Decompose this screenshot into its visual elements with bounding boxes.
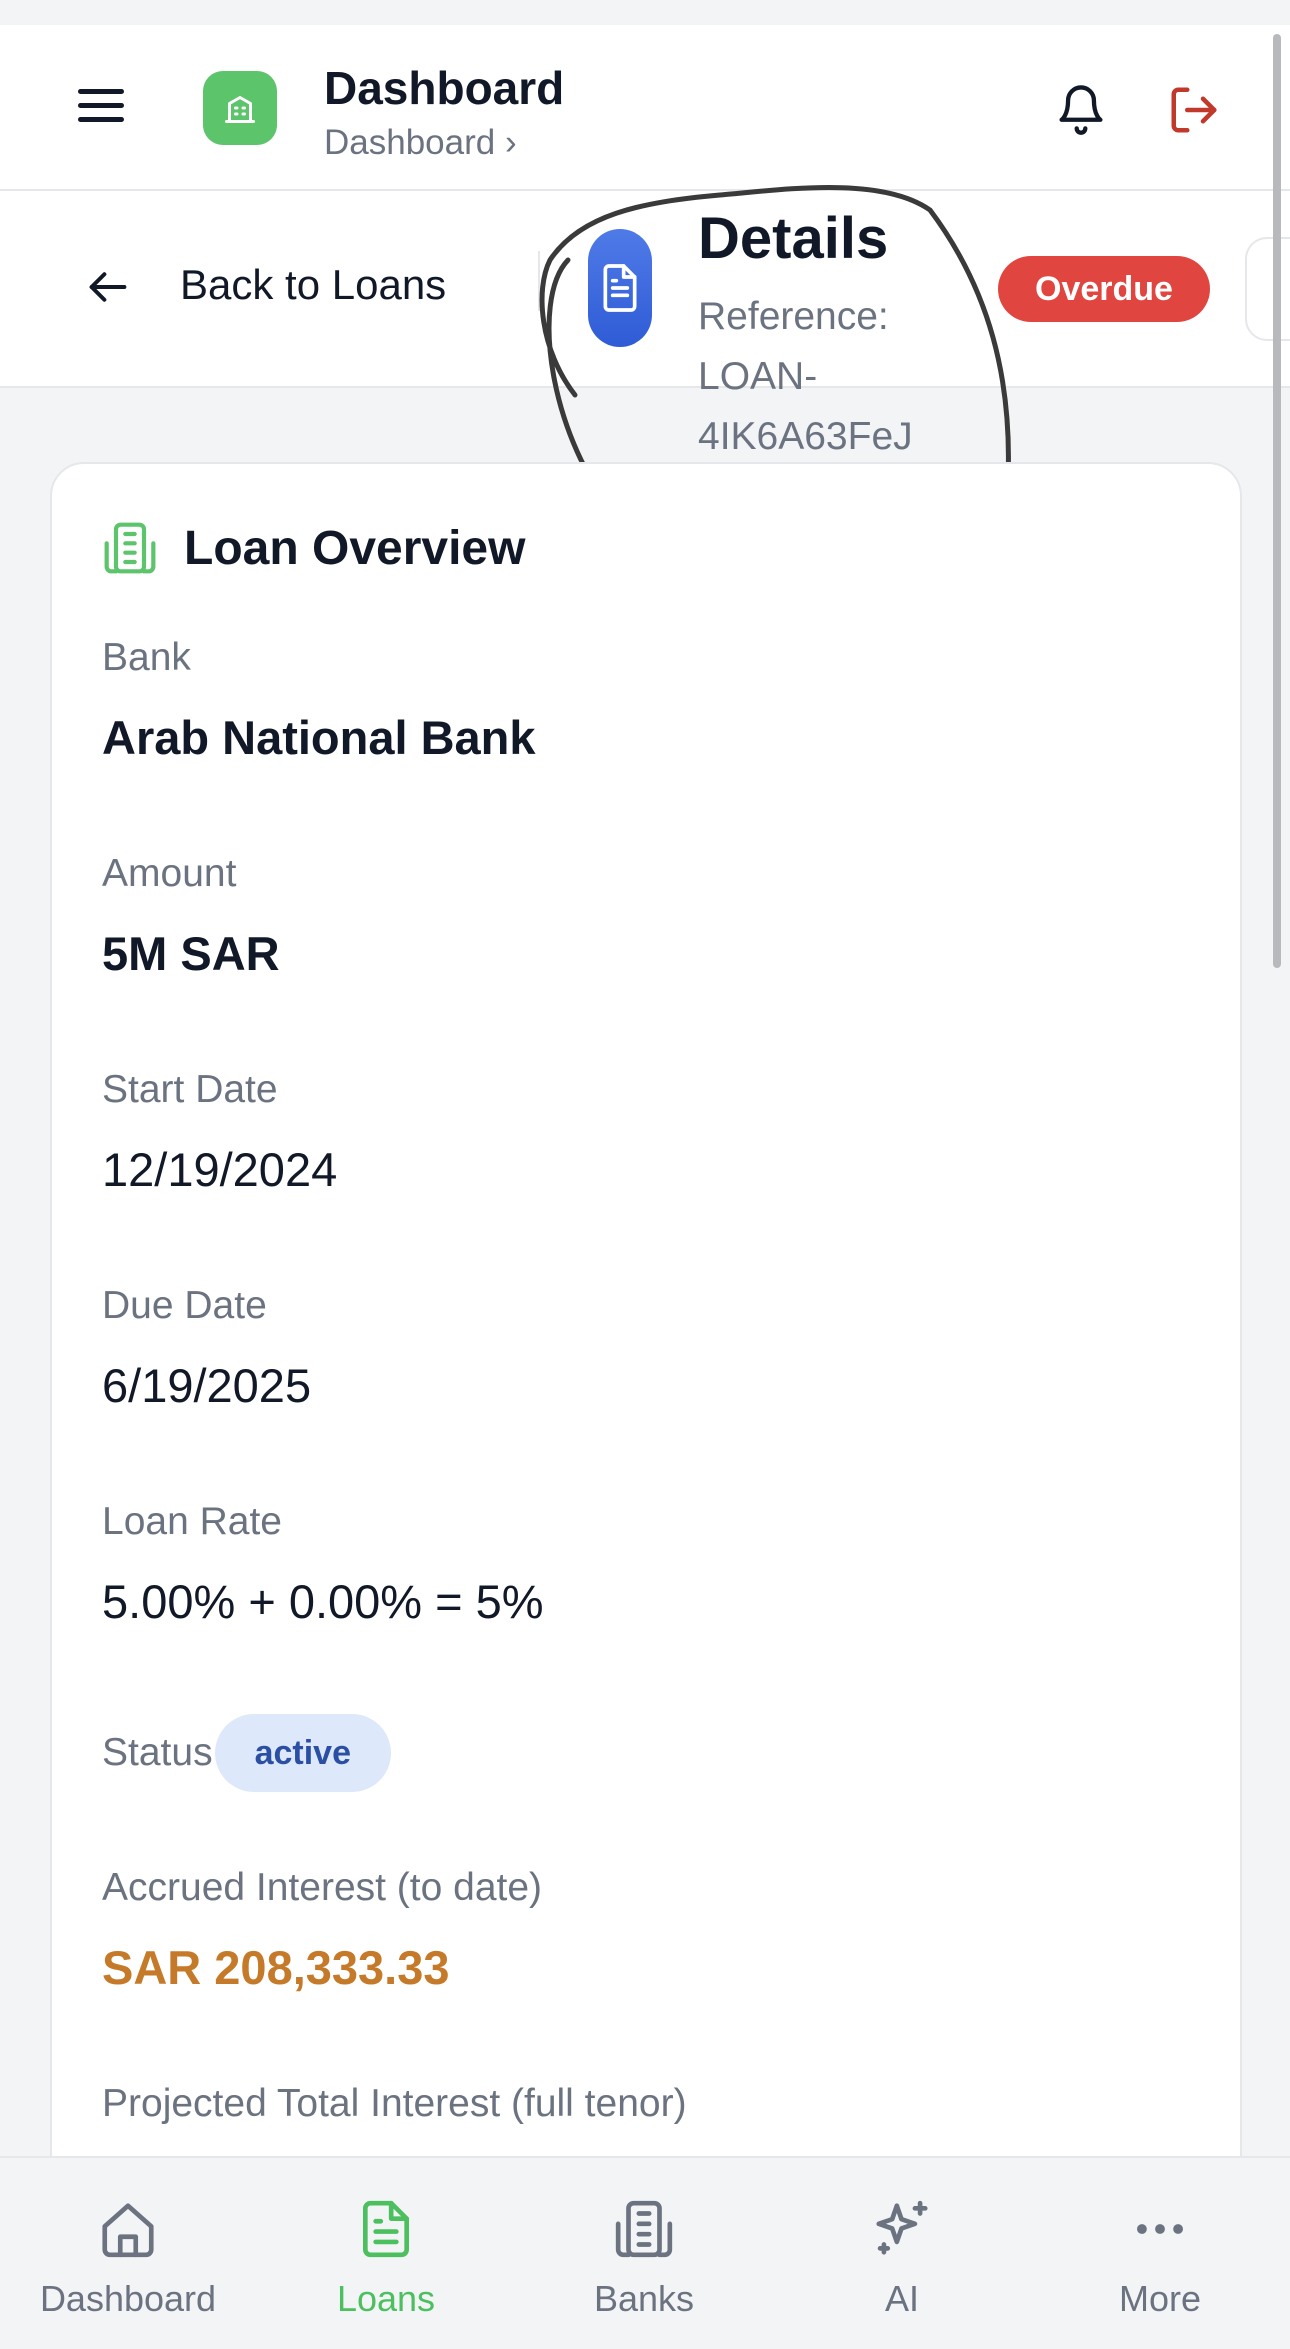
- card-title: Loan Overview: [184, 521, 526, 575]
- back-to-loans-button[interactable]: Back to Loans: [180, 261, 446, 309]
- overflow-action-button[interactable]: [1245, 237, 1290, 341]
- toolbar-divider: [538, 251, 540, 311]
- nav-dashboard[interactable]: Dashboard: [8, 2198, 248, 2320]
- loan-rate-value: 5.00% + 0.00% = 5%: [102, 1575, 544, 1628]
- app-logo-icon: [203, 71, 277, 145]
- status-row: Status active: [102, 1714, 391, 1792]
- building-icon: [104, 522, 156, 574]
- nav-label: More: [1118, 2278, 1202, 2319]
- accrued-interest-label: Accrued Interest (to date): [102, 1866, 543, 1909]
- loan-rate-label: Loan Rate: [102, 1500, 282, 1543]
- nav-loans[interactable]: Loans: [266, 2198, 506, 2320]
- building-icon: [615, 2200, 673, 2258]
- nav-banks[interactable]: Banks: [524, 2198, 764, 2320]
- arrow-left-icon[interactable]: [86, 267, 130, 307]
- projected-interest-label: Projected Total Interest (full tenor): [102, 2082, 687, 2125]
- detail-toolbar: Back to Loans Details Reference: LOAN-4I…: [0, 191, 1290, 458]
- bottom-navigation: Dashboard Loans Banks AI More: [0, 2156, 1290, 2349]
- status-label: Status: [102, 1731, 213, 1774]
- nav-more[interactable]: More: [1040, 2198, 1280, 2320]
- start-date-value: 12/19/2024: [102, 1143, 338, 1196]
- breadcrumb[interactable]: Dashboard ›: [324, 123, 517, 163]
- start-date-label: Start Date: [102, 1068, 278, 1111]
- hamburger-menu-icon[interactable]: [78, 89, 124, 127]
- due-date-value: 6/19/2025: [102, 1359, 312, 1412]
- nav-label: Loans: [336, 2278, 436, 2319]
- more-icon: [1137, 2224, 1183, 2234]
- due-date-label: Due Date: [102, 1284, 267, 1327]
- document-icon: [363, 2200, 409, 2258]
- bank-label: Bank: [102, 636, 191, 679]
- home-icon: [102, 2203, 154, 2258]
- bank-value: Arab National Bank: [102, 711, 536, 764]
- sparkles-icon: [876, 2200, 928, 2255]
- status-bar-area: [0, 0, 1290, 25]
- bell-icon[interactable]: [1055, 81, 1107, 137]
- status-badge: active: [214, 1714, 391, 1792]
- nav-ai[interactable]: AI: [782, 2198, 1022, 2320]
- document-icon: [588, 229, 652, 347]
- details-title: Details: [698, 206, 889, 271]
- card-header: Loan Overview: [102, 518, 525, 578]
- top-header: Dashboard Dashboard ›: [0, 25, 1290, 191]
- accrued-interest-value: SAR 208,333.33: [102, 1941, 450, 1994]
- amount-value: 5M SAR: [102, 927, 280, 980]
- nav-label: Dashboard: [39, 2278, 217, 2319]
- nav-label: AI: [884, 2278, 919, 2319]
- loan-reference: Reference: LOAN-4IK6A63FeJ: [698, 295, 913, 458]
- overdue-badge: Overdue: [998, 256, 1210, 322]
- logout-icon[interactable]: [1167, 83, 1221, 137]
- page-scrollbar[interactable]: [1273, 34, 1281, 968]
- nav-label: Banks: [593, 2278, 695, 2319]
- page-title: Dashboard: [324, 62, 565, 114]
- amount-label: Amount: [102, 852, 237, 895]
- loan-overview-card: Loan Overview Bank Arab National Bank Am…: [50, 462, 1242, 2349]
